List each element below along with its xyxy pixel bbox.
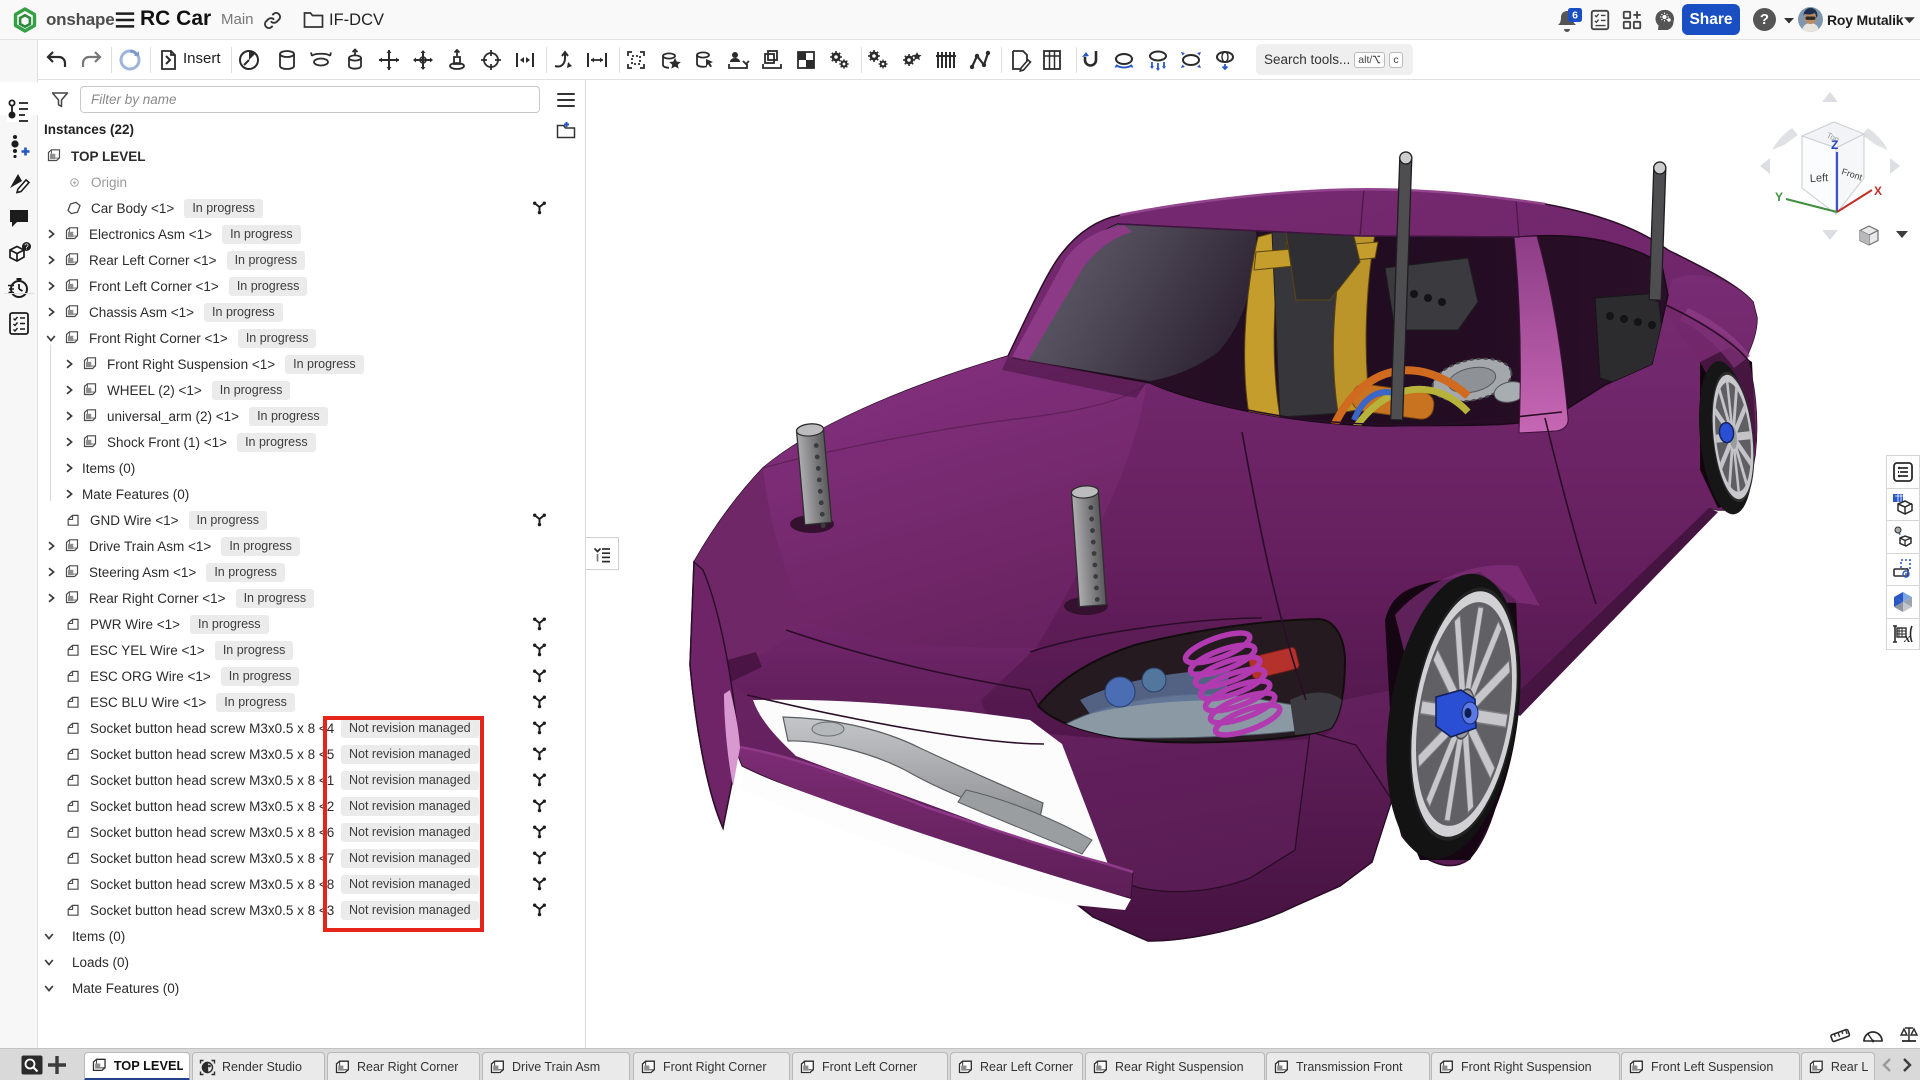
svg-text:Left: Left — [1810, 172, 1829, 185]
svg-text:Z: Z — [1831, 138, 1838, 152]
svg-text:?: ? — [24, 243, 29, 252]
svg-text:Y: Y — [1775, 190, 1783, 204]
svg-text:X: X — [1874, 184, 1882, 198]
svg-text:6: 6 — [1572, 10, 1578, 22]
